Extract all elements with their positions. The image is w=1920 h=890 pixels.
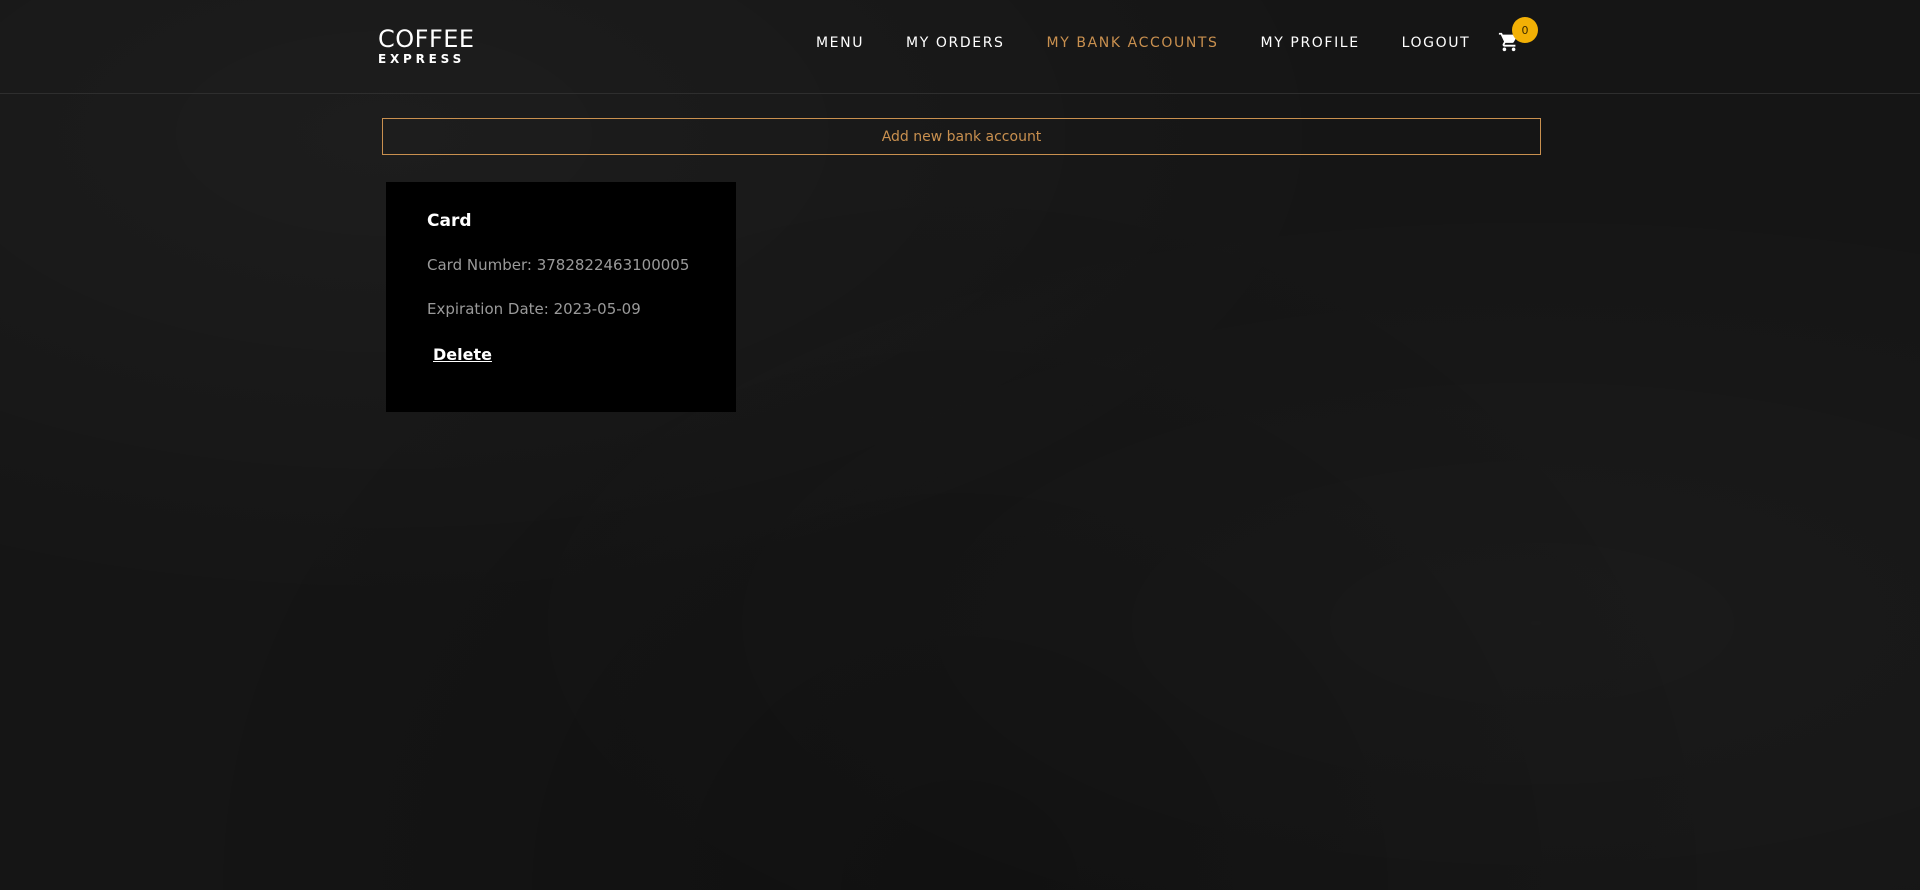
brand-name: COFFEE xyxy=(378,25,475,53)
brand-tagline: EXPRESS xyxy=(378,52,466,66)
add-bank-account-button[interactable]: Add new bank account xyxy=(382,118,1541,155)
nav-item-my-profile[interactable]: MY PROFILE xyxy=(1261,35,1360,51)
brand-logo[interactable]: COFFEE EXPRESS xyxy=(378,27,475,65)
expiration-date-label: Expiration Date: xyxy=(427,300,549,318)
delete-card-link[interactable]: Delete xyxy=(433,345,492,364)
bank-card: Card Card Number: 3782822463100005 Expir… xyxy=(386,182,736,412)
card-number-label: Card Number: xyxy=(427,256,532,274)
navbar: COFFEE EXPRESS MENU MY ORDERS MY BANK AC… xyxy=(0,0,1920,94)
card-number-value: 3782822463100005 xyxy=(536,256,690,274)
expiration-date-line: Expiration Date: 2023-05-09 xyxy=(427,300,641,318)
cart-count-badge: 0 xyxy=(1512,17,1538,43)
main-nav: MENU MY ORDERS MY BANK ACCOUNTS MY PROFI… xyxy=(816,35,1470,51)
nav-item-my-bank-accounts[interactable]: MY BANK ACCOUNTS xyxy=(1047,35,1219,51)
nav-item-logout[interactable]: LOGOUT xyxy=(1402,35,1471,51)
nav-item-my-orders[interactable]: MY ORDERS xyxy=(906,35,1004,51)
expiration-date-value: 2023-05-09 xyxy=(553,300,641,318)
nav-item-menu[interactable]: MENU xyxy=(816,35,864,51)
card-number-line: Card Number: 3782822463100005 xyxy=(427,256,689,274)
card-title: Card xyxy=(427,211,472,231)
